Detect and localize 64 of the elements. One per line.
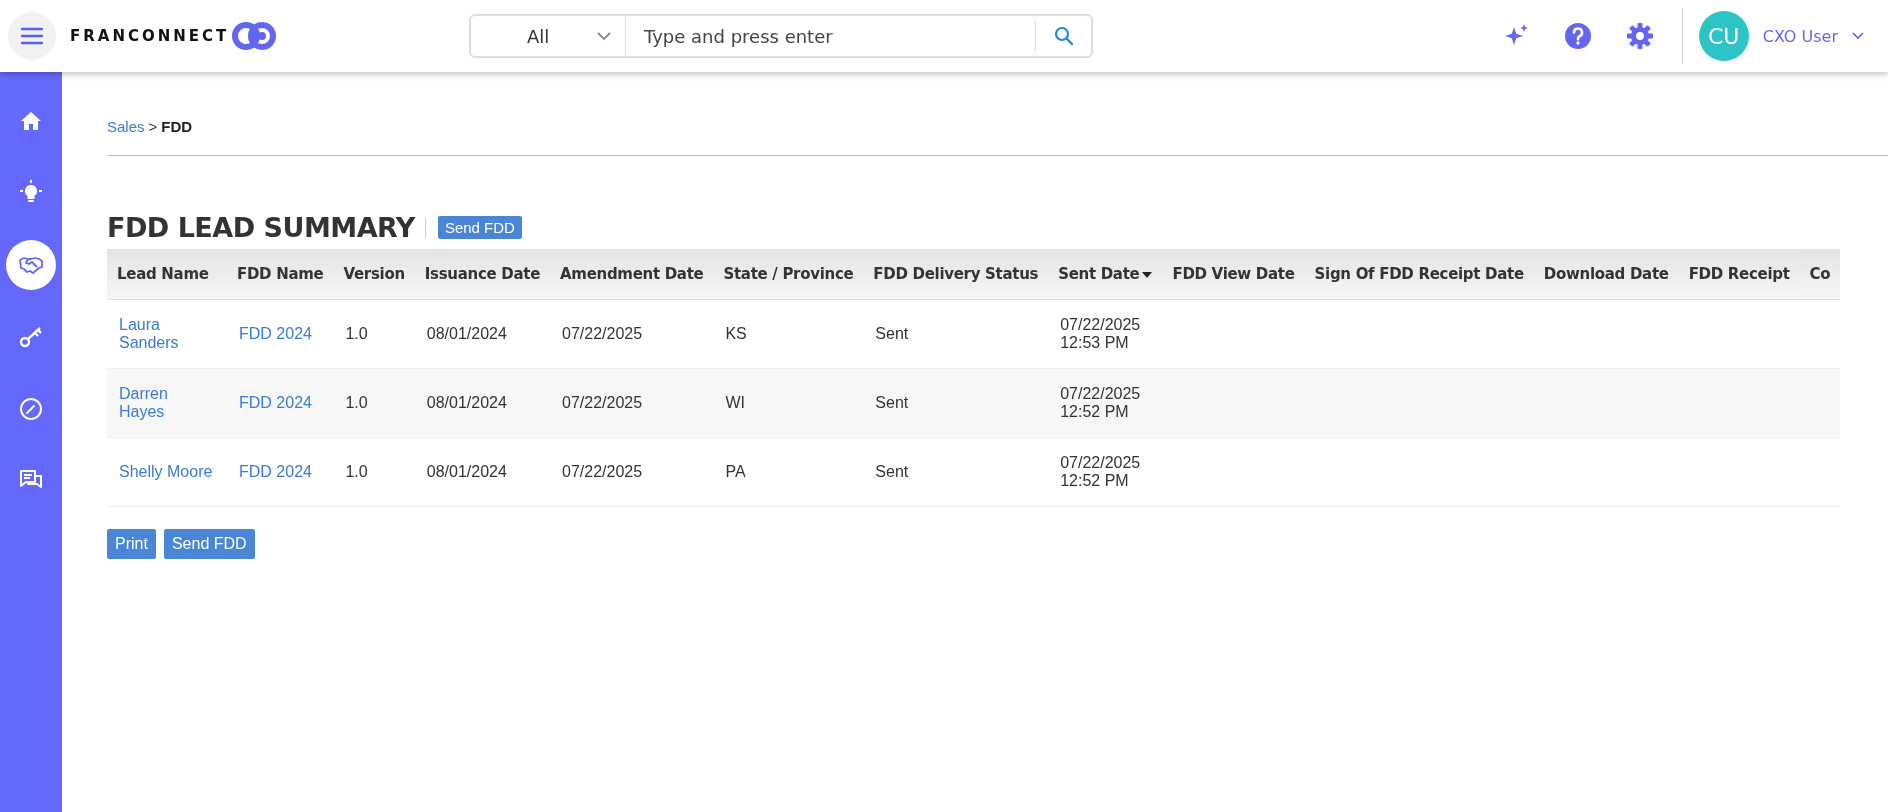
search-bar[interactable]: All Type and press enter [469,14,1093,58]
sidebar-item[interactable] [6,240,56,290]
send-fdd-button[interactable]: Send FDD [163,529,255,559]
sent-date-text: 07/22/2025 [1060,454,1142,472]
column-header[interactable]: Sign Of FDD Receipt Date [1304,249,1534,300]
sent-time-text: 12:52 PM [1060,472,1130,490]
sent-time-text: 12:52 PM [1060,403,1130,421]
search-icon [1053,26,1074,46]
state-text: WI [725,394,745,411]
print-button[interactable]: Print [107,529,156,559]
gauge-icon [19,397,43,421]
handshake-icon [19,256,43,274]
chevron-down-icon [1852,32,1864,40]
fdd-name-link[interactable]: FDD 2024 [239,325,312,342]
home-icon [20,111,42,131]
version-text: 1.0 [345,394,368,411]
chevron-down-icon [597,31,611,41]
settings-icon[interactable] [1625,22,1654,50]
version-text: 1.0 [345,325,368,342]
column-header[interactable]: Amendment Date [550,249,714,300]
sent-date-text: 07/22/2025 [1060,316,1142,334]
fdd-name-link[interactable]: FDD 2024 [239,463,312,480]
column-header[interactable]: State / Province [713,249,864,300]
state-text: PA [725,463,746,480]
issuance-date-text: 08/01/2024 [426,394,507,411]
column-header[interactable]: Issuance Date [414,249,550,300]
column-header[interactable]: FDD Name [227,249,334,300]
column-header[interactable]: Co [1799,249,1841,300]
column-header[interactable]: Lead Name [107,249,227,300]
version-text: 1.0 [345,463,368,480]
issuance-date-text: 08/01/2024 [426,463,507,480]
breadcrumb-separator: > [148,118,158,135]
sent-date-text: 07/22/2025 [1060,385,1142,403]
help-icon[interactable] [1563,22,1592,50]
user-menu[interactable]: CXO User [1756,25,1870,47]
lead-name-link[interactable]: Laura Sanders [119,316,215,352]
issuance-date-text: 08/01/2024 [426,325,507,342]
delivery-status-text: Sent [875,463,909,480]
column-header[interactable]: FDD Receipt [1678,249,1800,300]
column-header[interactable]: Sent Date [1048,249,1163,300]
logo-text: FRANCONNECT [70,27,230,45]
send-fdd-button[interactable]: Send FDD [437,216,522,239]
breadcrumb-current: FDD [161,118,193,135]
column-header[interactable]: Download Date [1533,249,1679,300]
delivery-status-text: Sent [875,325,909,342]
amendment-date-text: 07/22/2025 [562,325,643,342]
fdd-name-link[interactable]: FDD 2024 [239,394,312,411]
menu-button[interactable] [8,12,56,60]
breadcrumb-link[interactable]: Sales [107,118,145,135]
amendment-date-text: 07/22/2025 [562,394,643,411]
column-header[interactable]: Version [333,249,415,300]
lead-name-link[interactable]: Darren Hayes [119,385,215,421]
key-icon [19,326,43,348]
logo-mark-icon [231,21,278,51]
sent-time-text: 12:53 PM [1060,334,1130,352]
column-header[interactable]: FDD Delivery Status [863,249,1049,300]
sort-caret-icon [1142,271,1153,278]
menu-icon [21,27,43,45]
column-header[interactable]: FDD View Date [1162,249,1305,300]
page-title: FDD LEAD SUMMARY [107,212,415,243]
state-text: KS [725,325,747,342]
amendment-date-text: 07/22/2025 [562,463,643,480]
delivery-status-text: Sent [875,394,909,411]
lead-name-link[interactable]: Shelly Moore [119,463,215,481]
